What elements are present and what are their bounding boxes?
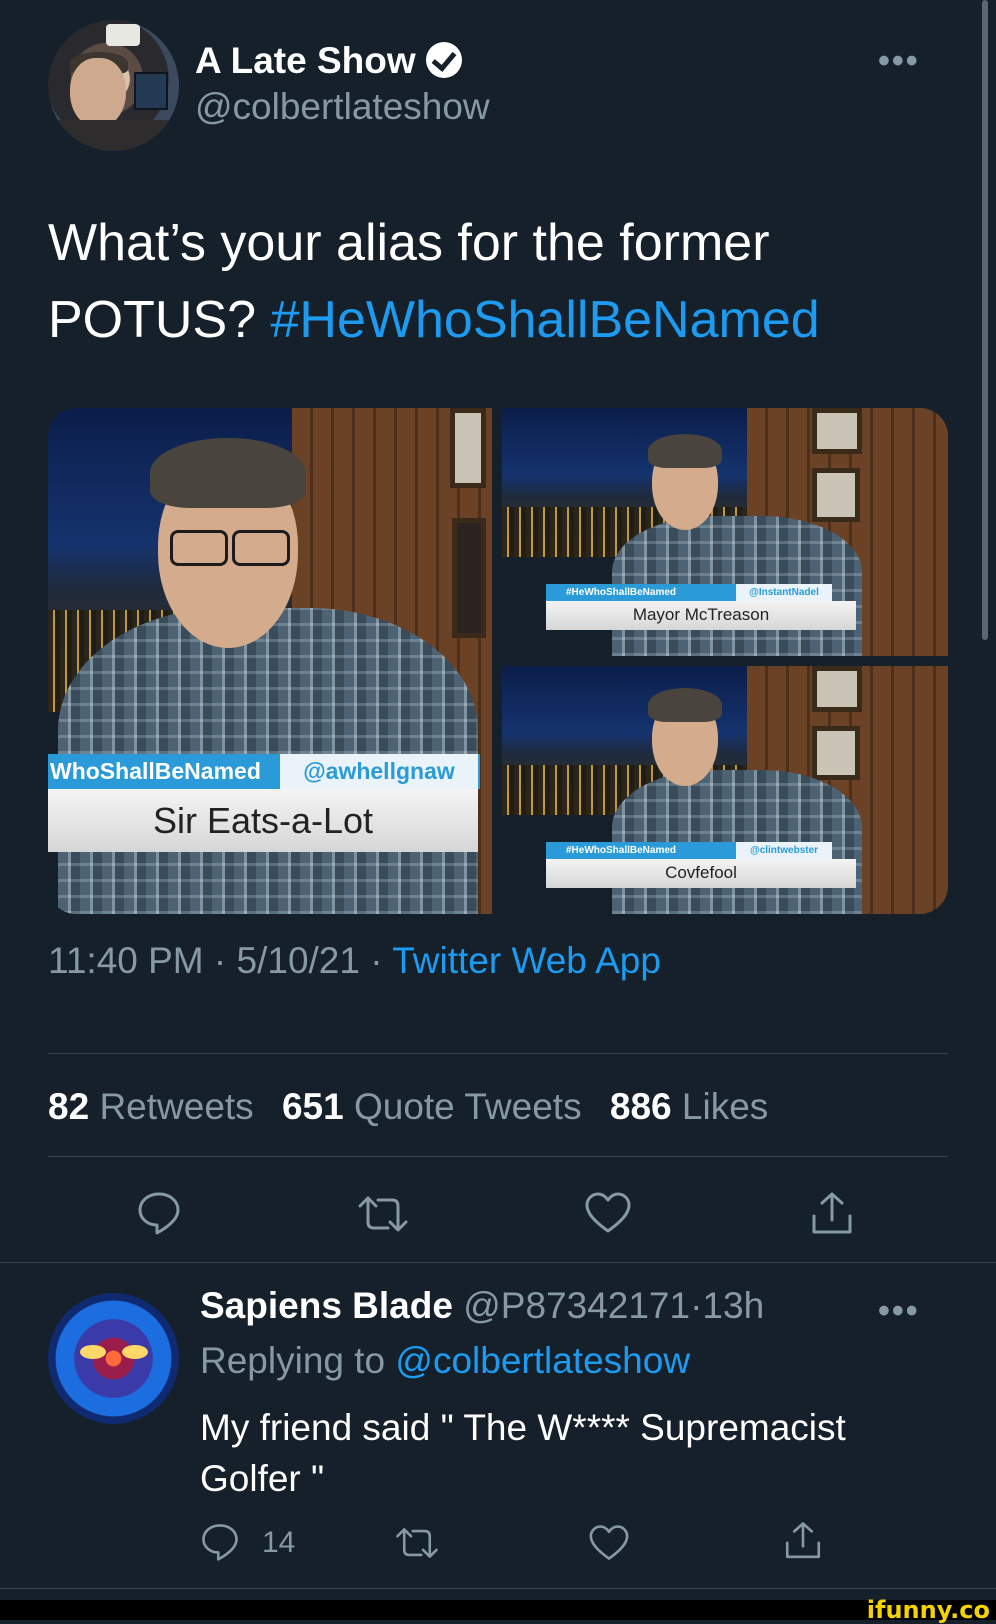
lower-third: WhoShallBeNamed @awhellgnaw Sir Eats-a-L… [48,754,480,852]
monitor [134,72,168,110]
person-hair [150,438,306,508]
verified-badge-icon [426,42,463,78]
lower-third-caption: Mayor McTreason [546,600,856,630]
replying-to: Replying to @colbertlateshow [200,1340,690,1382]
replying-prefix: Replying to [200,1340,386,1381]
lower-third-caption: Covfefool [546,858,856,888]
quotes-stat[interactable]: 651 Quote Tweets [282,1086,582,1127]
tweet-date[interactable]: 5/10/21 [237,940,360,981]
likes-stat[interactable]: 886 Likes [610,1086,768,1127]
reply-author-handle[interactable]: @P87342171 [463,1285,690,1326]
media-grid[interactable]: WhoShallBeNamed @awhellgnaw Sir Eats-a-L… [48,408,948,914]
media-image-3[interactable]: #HeWhoShallBeNamed @clintwebster Covfefo… [502,666,948,914]
reply-like-icon[interactable] [588,1524,630,1567]
author-name[interactable]: A Late Show [195,40,416,81]
retweets-label: Retweets [99,1086,254,1127]
person-hair [648,434,722,468]
media-image-2[interactable]: #HeWhoShallBeNamed @InstantNadel Mayor M… [502,408,948,656]
retweets-count: 82 [48,1086,90,1127]
source-app-link[interactable]: Twitter Web App [392,940,661,981]
wall-frame [812,468,860,522]
reply-author-name[interactable]: Sapiens Blade [200,1285,453,1326]
lower-third-credit: @awhellgnaw [280,754,478,790]
meta-separator: · [213,940,227,981]
tweet-text: What’s your alias for the former POTUS? … [48,205,928,359]
reply-reply-count: 14 [262,1526,296,1559]
lower-third: #HeWhoShallBeNamed @InstantNadel Mayor M… [546,584,856,630]
shirt [58,120,168,151]
lower-third-credit: @clintwebster [736,842,832,859]
media-image-1[interactable]: WhoShallBeNamed @awhellgnaw Sir Eats-a-L… [48,408,492,914]
wall-frame [452,518,486,638]
reply-header: Sapiens Blade @P87342171·13h [200,1285,764,1327]
reply-icon[interactable] [136,1190,182,1241]
lower-third-caption: Sir Eats-a-Lot [48,789,478,852]
reply-age[interactable]: 13h [702,1285,764,1326]
reply-retweet-icon[interactable] [394,1524,440,1567]
wall-frame [812,726,860,780]
reply-more-options-icon[interactable]: ••• [878,1292,920,1331]
replying-to-link[interactable]: @colbertlateshow [395,1340,690,1381]
lower-third-hashtag: #HeWhoShallBeNamed [546,842,746,859]
glasses-icon [170,530,228,566]
likes-label: Likes [681,1086,769,1127]
tweet-time[interactable]: 11:40 PM [48,940,204,981]
lower-third-credit: @InstantNadel [736,584,832,601]
wall-frame [812,408,862,454]
glasses-icon [232,530,290,566]
tweet-meta: 11:40 PM · 5/10/21 · Twitter Web App [48,940,661,982]
studio-light [106,24,140,46]
face [70,58,126,128]
author-avatar[interactable] [48,20,179,151]
reply-text: My friend said " The W**** Supremacist G… [200,1407,846,1499]
author-handle[interactable]: @colbertlateshow [195,86,490,128]
hashtag-link[interactable]: #HeWhoShallBeNamed [271,291,820,349]
watermark-bar [0,1600,996,1620]
wall-frame [450,408,486,488]
divider [0,1262,996,1263]
reply-reply-icon[interactable] [200,1522,240,1567]
tweet-stats: 82 Retweets 651 Quote Tweets 886 Likes [48,1086,768,1128]
retweets-stat[interactable]: 82 Retweets [48,1086,254,1127]
divider [48,1156,948,1157]
share-icon[interactable] [808,1190,856,1243]
avatar-eye [122,1345,148,1359]
divider [0,1588,996,1589]
avatar-eye [80,1345,106,1359]
wall-frame [812,666,862,712]
scrollbar[interactable] [982,0,988,640]
likes-count: 886 [609,1086,672,1127]
meta-separator: · [370,940,383,981]
lower-third: #HeWhoShallBeNamed @clintwebster Covfefo… [546,842,856,888]
retweet-icon[interactable] [356,1192,410,1241]
divider [48,1053,948,1054]
person-hair [648,688,722,722]
reply-author-avatar[interactable] [48,1293,179,1424]
reply-share-icon[interactable] [782,1520,824,1567]
lower-third-hashtag: #HeWhoShallBeNamed [546,584,746,601]
reply-separator: · [690,1285,703,1326]
quotes-label: Quote Tweets [353,1086,582,1127]
author-name-row[interactable]: A Late Show [195,40,463,82]
like-icon[interactable] [584,1191,632,1240]
more-options-icon[interactable]: ••• [878,42,920,81]
quotes-count: 651 [281,1086,344,1127]
